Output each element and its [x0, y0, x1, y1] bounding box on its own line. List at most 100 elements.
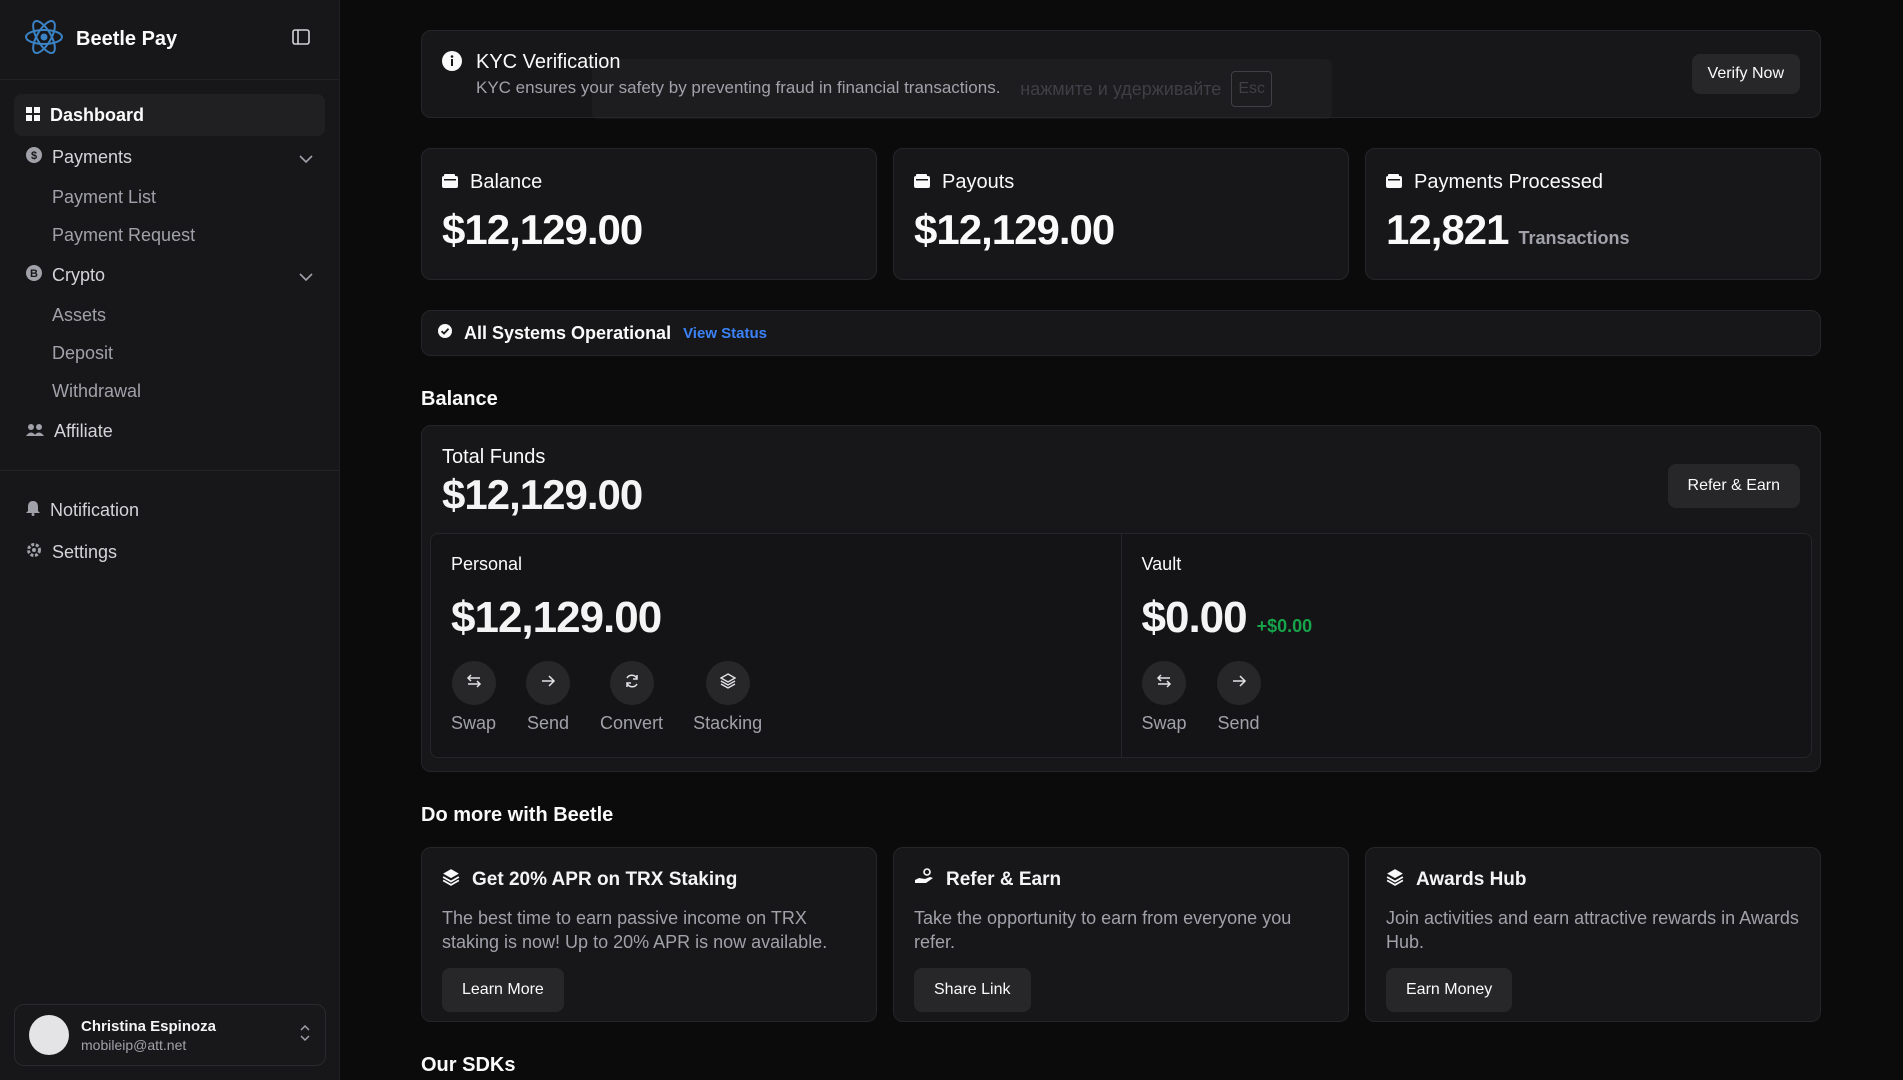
- stat-unit: Transactions: [1518, 228, 1630, 248]
- sidebar-item-deposit[interactable]: Deposit: [14, 334, 325, 372]
- promo-card-staking: Get 20% APR on TRX Staking The best time…: [421, 847, 877, 1022]
- sidebar-item-label: Payments: [52, 146, 133, 167]
- promo-description: Join activities and earn attractive rewa…: [1386, 908, 1799, 952]
- react-logo-icon: [24, 17, 64, 62]
- wallet-icon: [442, 171, 458, 194]
- sidebar-item-payments[interactable]: $ Payments: [14, 136, 325, 178]
- brand-name: Beetle Pay: [76, 28, 178, 50]
- promo-description: The best time to earn passive income on …: [442, 908, 828, 952]
- earn-money-button[interactable]: Earn Money: [1386, 968, 1513, 1012]
- refresh-icon: [624, 673, 640, 694]
- sidebar-item-settings[interactable]: Settings: [14, 531, 325, 573]
- stat-value: $12,129.00: [442, 206, 643, 253]
- chevron-down-icon[interactable]: [299, 265, 313, 286]
- sidebar-nav: Dashboard $ Payments Payment List Paymen…: [0, 80, 339, 573]
- promo-card-awards: Awards Hub Join activities and earn attr…: [1365, 847, 1821, 1022]
- swap-button[interactable]: Swap: [451, 661, 496, 734]
- stat-card-payouts: Payouts $12,129.00: [893, 148, 1349, 280]
- sidebar: Beetle Pay Dashboard $ Payments Payment …: [0, 0, 340, 1080]
- action-label: Send: [527, 713, 570, 733]
- wallet-value: $0.00: [1141, 593, 1248, 642]
- esc-key-hint: Esc: [1231, 71, 1272, 107]
- send-button[interactable]: Send: [1216, 661, 1261, 734]
- stat-value: $12,129.00: [914, 206, 1115, 253]
- main-content: нажмите и удерживайте Esc KYC Verificati…: [421, 30, 1821, 1077]
- wallet-personal: Personal $12,129.00 Swap Send Convert St…: [431, 534, 1121, 757]
- sidebar-item-payment-request[interactable]: Payment Request: [14, 216, 325, 254]
- refer-and-earn-button[interactable]: Refer & Earn: [1667, 464, 1800, 508]
- sidebar-item-label: Deposit: [52, 342, 114, 363]
- swap-icon: [1156, 673, 1172, 693]
- layers-icon: [1386, 868, 1404, 892]
- promo-card-refer: Refer & Earn Take the opportunity to ear…: [893, 847, 1349, 1022]
- sidebar-item-label: Payment List: [52, 186, 157, 207]
- svg-text:B: B: [30, 268, 38, 280]
- wallet-label: Vault: [1141, 554, 1182, 574]
- sidebar-toggle-button[interactable]: [287, 26, 315, 54]
- stat-label: Payments Processed: [1414, 171, 1603, 193]
- sidebar-item-notification[interactable]: Notification: [14, 489, 325, 531]
- share-link-button[interactable]: Share Link: [914, 968, 1031, 1012]
- sidebar-header: Beetle Pay: [0, 0, 339, 80]
- wallet-icon: [914, 171, 930, 194]
- stat-label: Balance: [470, 171, 543, 193]
- view-status-link[interactable]: View Status: [683, 325, 767, 342]
- bell-icon: [26, 500, 40, 521]
- sidebar-item-affiliate[interactable]: Affiliate: [14, 410, 325, 452]
- brand[interactable]: Beetle Pay: [24, 17, 177, 62]
- promo-title: Awards Hub: [1416, 869, 1527, 890]
- user-name: Christina Espinoza: [81, 1017, 217, 1035]
- sidebar-item-payment-list[interactable]: Payment List: [14, 178, 325, 216]
- sidebar-item-label: Assets: [52, 304, 107, 325]
- arrow-right-icon: [1231, 674, 1247, 693]
- wallet-value: $12,129.00: [451, 593, 662, 642]
- dollar-coin-icon: $: [26, 146, 42, 168]
- sidebar-item-label: Settings: [52, 541, 118, 562]
- learn-more-button[interactable]: Learn More: [442, 968, 564, 1012]
- arrow-right-icon: [540, 674, 556, 693]
- action-label: Swap: [451, 713, 497, 733]
- sidebar-divider: [0, 470, 339, 471]
- dashboard-icon: [26, 105, 40, 126]
- kyc-title: KYC Verification: [476, 50, 621, 73]
- verify-now-button[interactable]: Verify Now: [1691, 54, 1800, 94]
- promo-description: Take the opportunity to earn from everyo…: [914, 908, 1292, 952]
- do-more-cards: Get 20% APR on TRX Staking The best time…: [421, 847, 1821, 1022]
- balance-card: Total Funds $12,129.00 Refer & Earn Pers…: [421, 425, 1821, 772]
- users-icon: [26, 421, 44, 442]
- stat-card-payments-processed: Payments Processed 12,821 Transactions: [1365, 148, 1821, 280]
- wallet-delta: +$0.00: [1256, 616, 1313, 636]
- action-label: Convert: [600, 713, 664, 733]
- layers-icon: [442, 868, 460, 892]
- sidebar-item-label: Dashboard: [50, 104, 145, 125]
- total-funds-value: $12,129.00: [442, 471, 643, 518]
- sidebar-item-dashboard[interactable]: Dashboard: [14, 94, 325, 136]
- sidebar-item-label: Notification: [50, 499, 140, 520]
- stacking-button[interactable]: Stacking: [693, 661, 762, 734]
- kyc-description: KYC ensures your safety by preventing fr…: [476, 77, 1001, 97]
- convert-button[interactable]: Convert: [600, 661, 663, 734]
- sdks-section-title: Our SDKs: [421, 1054, 516, 1076]
- promo-title: Get 20% APR on TRX Staking: [472, 869, 738, 890]
- info-icon: [442, 50, 462, 76]
- do-more-section-title: Do more with Beetle: [421, 804, 614, 826]
- send-button[interactable]: Send: [526, 661, 571, 734]
- sidebar-item-withdrawal[interactable]: Withdrawal: [14, 372, 325, 410]
- kyc-info: KYC Verification KYC ensures your safety…: [442, 50, 1001, 98]
- sidebar-item-label: Payment Request: [52, 224, 196, 245]
- promo-title: Refer & Earn: [946, 869, 1062, 890]
- sidebar-item-assets[interactable]: Assets: [14, 296, 325, 334]
- chevron-down-icon[interactable]: [299, 147, 313, 168]
- wallet-actions: Swap Send: [1142, 661, 1792, 734]
- bitcoin-icon: B: [26, 264, 42, 286]
- layers-icon: [719, 672, 736, 694]
- wallet-icon: [1386, 171, 1402, 194]
- swap-button[interactable]: Swap: [1142, 661, 1187, 734]
- wallet-vault: Vault $0.00 +$0.00 Swap Send: [1120, 534, 1812, 757]
- wallet-label: Personal: [451, 554, 523, 574]
- user-menu[interactable]: Christina Espinoza mobileip@att.net: [14, 1004, 326, 1066]
- user-email: mobileip@att.net: [81, 1036, 187, 1053]
- sidebar-item-crypto[interactable]: B Crypto: [14, 254, 325, 296]
- hand-coin-icon: [914, 868, 934, 892]
- system-status-bar: All Systems Operational View Status: [421, 310, 1821, 356]
